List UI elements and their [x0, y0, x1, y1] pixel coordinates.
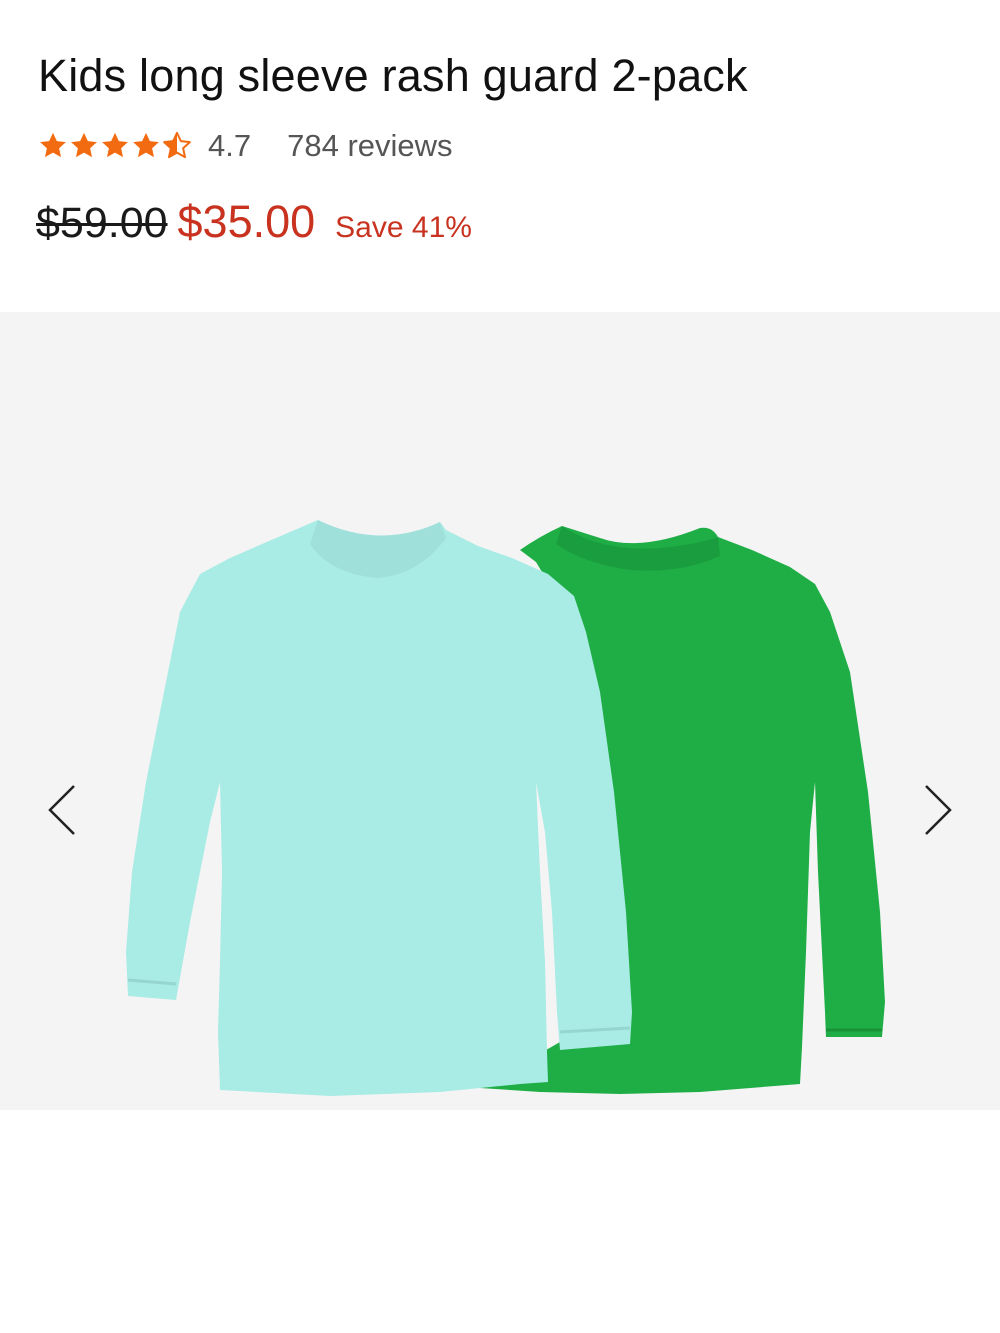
page-footer-area — [0, 1110, 1000, 1333]
reviews-link[interactable]: 784 reviews — [287, 128, 452, 164]
previous-image-button[interactable] — [32, 770, 92, 850]
star-icon — [71, 132, 97, 158]
savings-label: Save 41% — [335, 211, 472, 244]
rating-value: 4.7 — [208, 128, 252, 163]
star-icon — [133, 132, 159, 158]
chevron-right-icon — [925, 785, 952, 835]
star-icon — [102, 132, 128, 158]
star-half-icon — [163, 131, 191, 159]
star-rating — [38, 131, 192, 161]
price-row: $59.00 $35.00 Save 41% — [36, 196, 472, 262]
original-price: $59.00 — [36, 199, 168, 247]
sale-price: $35.00 — [177, 196, 316, 247]
product-title: Kids long sleeve rash guard 2-pack — [38, 50, 748, 101]
product-image[interactable] — [0, 312, 1000, 1110]
next-image-button[interactable] — [908, 770, 968, 850]
aqua-rash-guard — [126, 520, 632, 1096]
chevron-left-icon — [48, 785, 75, 835]
product-image-gallery[interactable] — [0, 312, 1000, 1110]
star-icon — [40, 132, 66, 158]
rating-row[interactable]: 4.7 784 reviews — [38, 126, 453, 166]
